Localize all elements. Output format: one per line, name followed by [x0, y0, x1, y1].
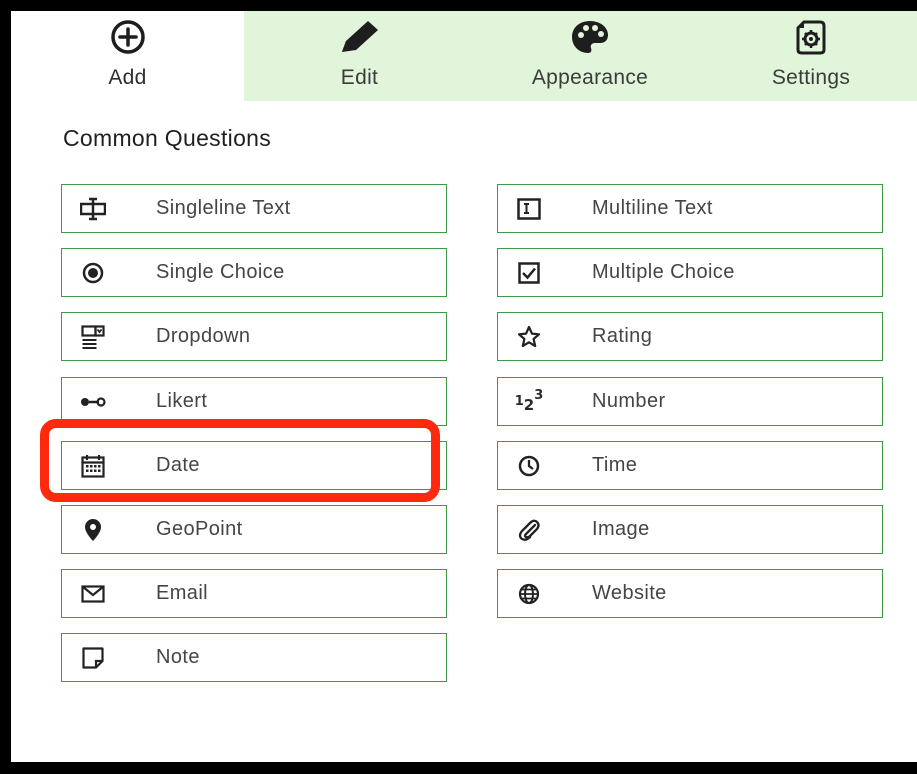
tab-label: Settings — [771, 66, 851, 89]
question-single-choice[interactable]: Single Choice — [61, 248, 447, 297]
globe-icon — [516, 581, 542, 607]
question-label: GeoPoint — [156, 518, 243, 540]
palette-icon — [570, 17, 610, 57]
question-label: Dropdown — [156, 325, 251, 347]
question-label: Number — [592, 390, 666, 412]
note-icon — [80, 645, 106, 671]
question-email[interactable]: Email — [61, 569, 447, 618]
question-label: Likert — [156, 390, 208, 412]
question-multiline-text[interactable]: Multiline Text — [497, 184, 883, 233]
star-icon — [516, 324, 542, 350]
question-label: Date — [156, 454, 200, 476]
singleline-text-icon — [80, 196, 106, 222]
tab-label: Add — [108, 66, 147, 89]
question-website[interactable]: Website — [497, 569, 883, 618]
tab-appearance[interactable]: Appearance — [475, 11, 705, 101]
tab-edit[interactable]: Edit — [244, 11, 475, 101]
dropdown-icon — [80, 324, 106, 350]
clock-icon — [516, 453, 542, 479]
question-label: Note — [156, 646, 200, 668]
question-geopoint[interactable]: GeoPoint — [61, 505, 447, 554]
tab-label: Edit — [340, 66, 379, 89]
question-label: Singleline Text — [156, 197, 291, 219]
number-icon: 123 — [514, 388, 544, 414]
question-image[interactable]: Image — [497, 505, 883, 554]
question-label: Multiline Text — [592, 197, 713, 219]
radio-icon — [80, 260, 106, 286]
question-multiple-choice[interactable]: Multiple Choice — [497, 248, 883, 297]
question-label: Email — [156, 582, 209, 604]
question-note[interactable]: Note — [61, 633, 447, 682]
question-label: Rating — [592, 325, 653, 347]
question-rating[interactable]: Rating — [497, 312, 883, 361]
envelope-icon — [80, 581, 106, 607]
plus-circle-icon — [110, 17, 146, 57]
question-label: Website — [592, 582, 667, 604]
question-dropdown[interactable]: Dropdown — [61, 312, 447, 361]
question-number[interactable]: 123 Number — [497, 377, 883, 426]
settings-document-icon — [794, 17, 828, 57]
map-pin-icon — [80, 517, 106, 543]
question-label: Time — [592, 454, 638, 476]
form-builder-panel: Add Edit Appearance Settings Common Ques… — [11, 11, 917, 762]
paperclip-icon — [516, 517, 542, 543]
pencil-icon — [338, 17, 382, 57]
question-singleline-text[interactable]: Singleline Text — [61, 184, 447, 233]
question-label: Image — [592, 518, 650, 540]
tab-label: Appearance — [531, 66, 649, 89]
question-time[interactable]: Time — [497, 441, 883, 490]
question-label: Single Choice — [156, 261, 285, 283]
question-likert[interactable]: Likert — [61, 377, 447, 426]
question-date[interactable]: Date — [61, 441, 447, 490]
tab-bar: Add Edit Appearance Settings — [11, 11, 917, 101]
checkbox-icon — [516, 260, 542, 286]
slider-icon — [80, 389, 106, 415]
tab-add[interactable]: Add — [11, 11, 244, 101]
tab-settings[interactable]: Settings — [705, 11, 917, 101]
multiline-text-icon — [516, 196, 542, 222]
calendar-icon — [80, 453, 106, 479]
section-title: Common Questions — [63, 125, 272, 151]
question-label: Multiple Choice — [592, 261, 735, 283]
